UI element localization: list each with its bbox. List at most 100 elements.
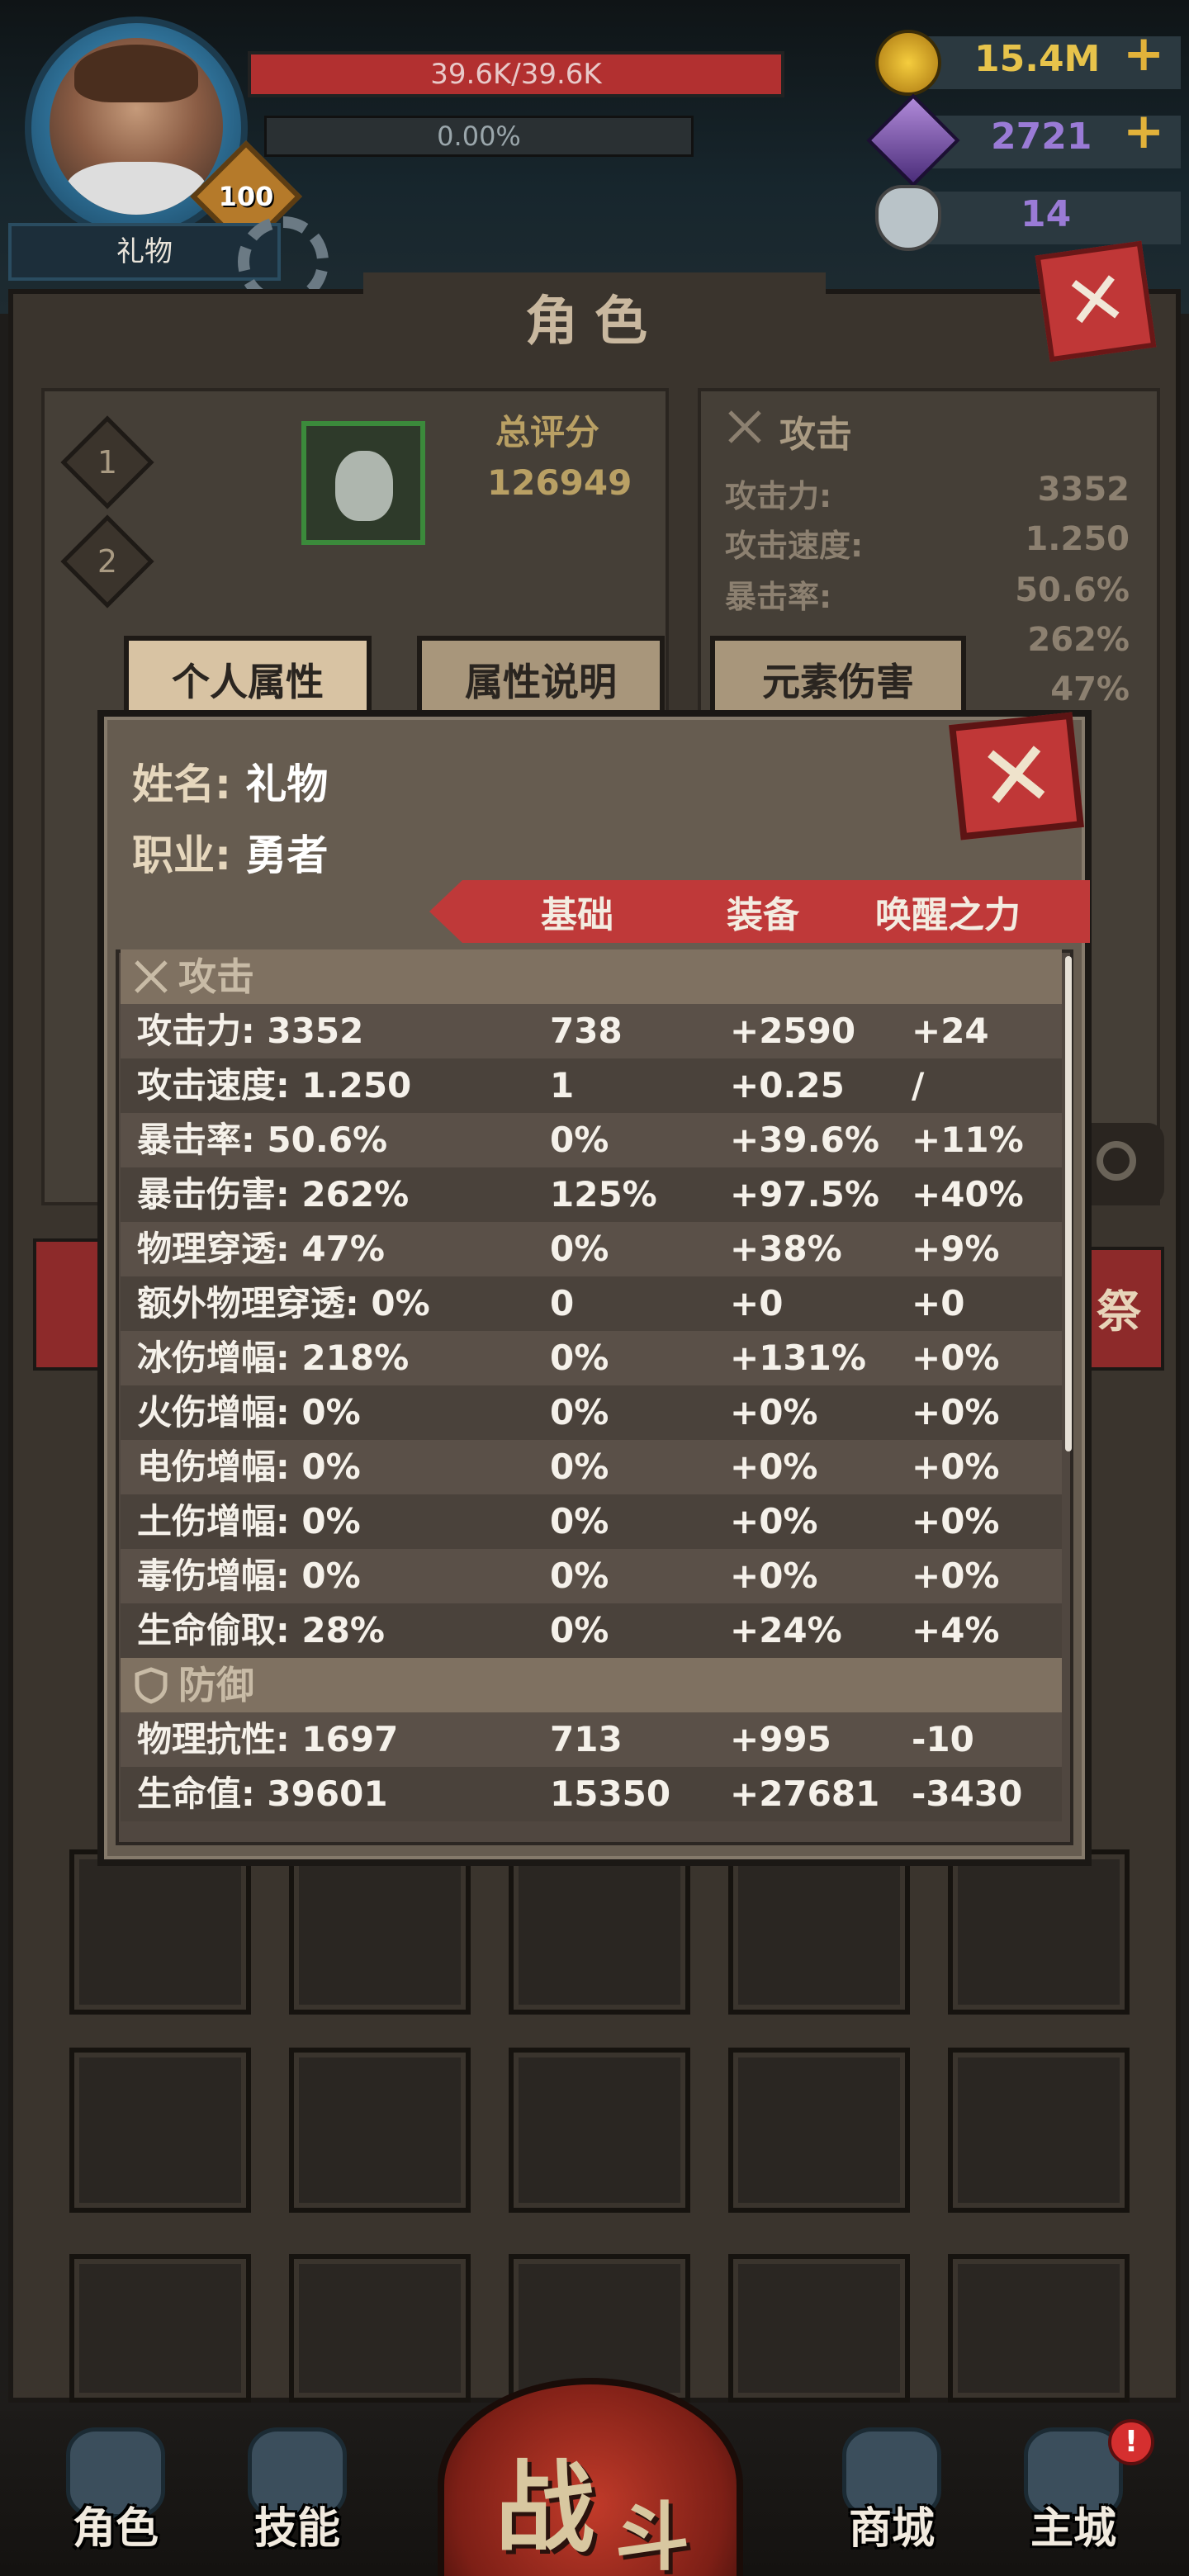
stat-awaken: +4% bbox=[912, 1610, 1000, 1650]
skull-amount: 14 bbox=[1021, 193, 1072, 235]
stat-base: 0% bbox=[550, 1392, 609, 1432]
nav-skill-button[interactable]: 技能 bbox=[215, 2427, 380, 2559]
inventory-slot[interactable] bbox=[509, 2048, 690, 2213]
stat-base: 0 bbox=[550, 1283, 575, 1324]
inventory-slot[interactable] bbox=[728, 2254, 910, 2403]
stat-awaken: -3430 bbox=[912, 1773, 1023, 1814]
inventory-slot[interactable] bbox=[728, 1849, 910, 2015]
stats-scrollbar[interactable] bbox=[1065, 956, 1072, 1451]
side-stat-value: 262% bbox=[1027, 621, 1130, 659]
stat-awaken: +11% bbox=[912, 1120, 1024, 1160]
stat-name: 攻击力: 3352 bbox=[137, 1011, 364, 1051]
inventory-slot[interactable] bbox=[69, 1849, 251, 2015]
stat-base: 0% bbox=[550, 1338, 609, 1378]
notification-mark: ! bbox=[1124, 2425, 1139, 2459]
stat-name: 电伤增幅: 0% bbox=[137, 1447, 361, 1487]
battle-label-1: 战 bbox=[495, 2451, 594, 2566]
table-row: 火伤增幅: 0% 0% +0% +0% bbox=[121, 1385, 1062, 1440]
nav-role-button[interactable]: 角色 bbox=[33, 2427, 198, 2559]
stat-awaken: +0% bbox=[912, 1338, 1000, 1378]
stat-awaken: +0% bbox=[912, 1556, 1000, 1596]
add-gem-button[interactable]: + bbox=[1123, 102, 1164, 160]
side-stat-label: 暴击率: bbox=[725, 579, 832, 615]
stat-name: 火伤增幅: 0% bbox=[137, 1392, 361, 1432]
pet-portrait[interactable] bbox=[301, 421, 425, 545]
stat-base: 1 bbox=[550, 1065, 575, 1106]
loadout-slot-1-label: 1 bbox=[97, 444, 118, 481]
side-stat-value: 1.250 bbox=[1025, 520, 1130, 558]
stat-awaken: +40% bbox=[912, 1174, 1024, 1215]
stat-base: 0% bbox=[550, 1120, 609, 1160]
inventory-slot[interactable] bbox=[728, 2048, 910, 2213]
inventory-slot[interactable] bbox=[948, 2048, 1130, 2213]
stat-equip: +24% bbox=[730, 1610, 842, 1650]
inventory-slot[interactable] bbox=[289, 1849, 471, 2015]
stat-equip: +0% bbox=[730, 1556, 818, 1596]
stat-equip: +38% bbox=[730, 1229, 842, 1269]
stat-name: 毒伤增幅: 0% bbox=[137, 1556, 361, 1596]
table-row: 攻击速度: 1.250 1 +0.25 / bbox=[121, 1058, 1062, 1113]
search-icon bbox=[1097, 1141, 1136, 1181]
name-line: 姓名: 礼物 bbox=[132, 751, 328, 811]
stat-awaken: / bbox=[912, 1065, 925, 1106]
inventory-slot[interactable] bbox=[289, 2254, 471, 2403]
nav-label: 商城 bbox=[848, 2504, 935, 2554]
stat-name: 暴击伤害: 262% bbox=[137, 1174, 410, 1215]
exp-text: 0.00% bbox=[437, 121, 521, 152]
stat-base: 0% bbox=[550, 1556, 609, 1596]
inventory-slot[interactable] bbox=[69, 2048, 251, 2213]
hp-bar: 39.6K/39.6K bbox=[248, 51, 784, 97]
stat-name: 生命值: 39601 bbox=[137, 1773, 388, 1814]
stat-equip: +39.6% bbox=[730, 1120, 879, 1160]
stat-name: 物理穿透: 47% bbox=[137, 1229, 385, 1269]
inventory-slot[interactable] bbox=[948, 1849, 1130, 2015]
stat-awaken: +24 bbox=[912, 1011, 989, 1051]
stat-base: 15350 bbox=[550, 1773, 671, 1814]
column-awakening: 唤醒之力 bbox=[875, 894, 1021, 936]
close-modal-button[interactable]: ✕ bbox=[949, 712, 1084, 841]
column-base: 基础 bbox=[541, 894, 613, 936]
inventory-slot[interactable] bbox=[509, 1849, 690, 2015]
table-row: 生命值: 39601 15350 +27681 -3430 bbox=[121, 1767, 1062, 1821]
job-line: 职业: 勇者 bbox=[132, 822, 328, 882]
inventory-slot[interactable] bbox=[948, 2254, 1130, 2403]
nav-shop-button[interactable]: 商城 bbox=[809, 2427, 974, 2559]
column-equipment: 装备 bbox=[727, 894, 799, 936]
stat-name: 暴击率: 50.6% bbox=[137, 1120, 388, 1160]
section-defense: 防御 bbox=[121, 1658, 1062, 1712]
table-row: 冰伤增幅: 218% 0% +131% +0% bbox=[121, 1331, 1062, 1385]
stat-equip: +0 bbox=[730, 1283, 784, 1324]
stat-base: 0% bbox=[550, 1610, 609, 1650]
stat-equip: +2590 bbox=[730, 1011, 856, 1051]
close-panel-button[interactable]: ✕ bbox=[1035, 240, 1157, 362]
notification-badge: ! bbox=[1108, 2419, 1154, 2465]
name-label: 姓名: bbox=[132, 760, 231, 808]
stat-base: 0% bbox=[550, 1229, 609, 1269]
score-label: 总评分 bbox=[495, 412, 600, 452]
stat-name: 土伤增幅: 0% bbox=[137, 1501, 361, 1541]
section-defense-label: 防御 bbox=[178, 1663, 254, 1707]
table-row: 物理抗性: 1697 713 +995 -10 bbox=[121, 1712, 1062, 1767]
inventory-slot[interactable] bbox=[289, 2048, 471, 2213]
stat-awaken: +0% bbox=[912, 1447, 1000, 1487]
ram-skull-icon bbox=[875, 185, 941, 251]
loadout-slot-2-label: 2 bbox=[97, 543, 118, 580]
nav-label: 角色 bbox=[72, 2504, 159, 2554]
stat-equip: +131% bbox=[730, 1338, 866, 1378]
stat-awaken: +9% bbox=[912, 1229, 1000, 1269]
stat-awaken: +0% bbox=[912, 1501, 1000, 1541]
add-gold-button[interactable]: + bbox=[1123, 25, 1164, 83]
stat-name: 生命偷取: 28% bbox=[137, 1610, 385, 1650]
avatar-collar bbox=[66, 162, 206, 215]
score-value: 126949 bbox=[487, 462, 632, 503]
side-section-title: 攻击 bbox=[779, 414, 852, 456]
stat-equip: +0.25 bbox=[730, 1065, 845, 1106]
left-side-tab[interactable] bbox=[33, 1238, 107, 1371]
stat-base: 125% bbox=[550, 1174, 657, 1215]
stat-base: 713 bbox=[550, 1719, 623, 1759]
crossed-swords-icon bbox=[135, 960, 168, 993]
inventory-slot[interactable] bbox=[69, 2254, 251, 2403]
panel-title-plate: 角色 bbox=[363, 272, 826, 372]
table-row: 物理穿透: 47% 0% +38% +9% bbox=[121, 1222, 1062, 1276]
table-row: 毒伤增幅: 0% 0% +0% +0% bbox=[121, 1549, 1062, 1603]
